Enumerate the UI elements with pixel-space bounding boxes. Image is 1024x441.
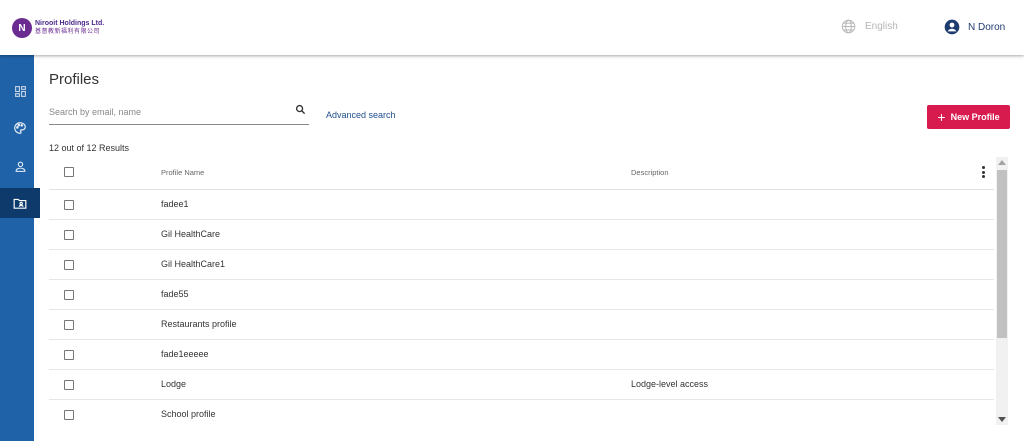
- row-checkbox[interactable]: [64, 290, 74, 300]
- table-header: Profile Name Description: [49, 157, 994, 190]
- account-circle-icon: [944, 19, 960, 35]
- profile-name-cell: School profile: [161, 409, 216, 419]
- profile-name-cell: Gil HealthCare: [161, 229, 221, 239]
- table-row[interactable]: fade1eeeee: [49, 340, 994, 370]
- sidebar-item-dashboard[interactable]: [0, 76, 40, 106]
- select-all-checkbox[interactable]: [64, 167, 74, 177]
- column-header-profile-name[interactable]: Profile Name: [161, 168, 204, 177]
- row-checkbox[interactable]: [64, 200, 74, 210]
- globe-icon: [841, 19, 856, 34]
- sidebar: [0, 55, 40, 441]
- profile-name-cell: Restaurants profile: [161, 319, 237, 329]
- table-row[interactable]: Lodge Lodge-level access: [49, 370, 994, 400]
- row-checkbox[interactable]: [64, 350, 74, 360]
- scrollbar-thumb[interactable]: [997, 170, 1007, 338]
- page-title: Profiles: [49, 71, 100, 88]
- row-checkbox[interactable]: [64, 380, 74, 390]
- logo-text: Nirooit Holdings Ltd.: [35, 20, 105, 27]
- top-bar: N Nirooit Holdings Ltd. 基督教新福利有限公司 Engli…: [0, 0, 1024, 55]
- advanced-search-link[interactable]: Advanced search: [326, 110, 396, 120]
- language-label: English: [865, 21, 898, 32]
- new-profile-button[interactable]: + New Profile: [927, 105, 1010, 129]
- palette-icon: [14, 122, 26, 134]
- profile-name-cell: fadee1: [161, 199, 189, 209]
- scroll-up-icon[interactable]: [998, 160, 1006, 165]
- profile-name-cell: fade55: [161, 289, 189, 299]
- table-row[interactable]: fade55: [49, 280, 994, 310]
- dashboard-icon: [14, 85, 26, 97]
- sidebar-item-profiles[interactable]: [0, 188, 40, 218]
- profile-name-cell: fade1eeeee: [161, 349, 209, 359]
- row-checkbox[interactable]: [64, 410, 74, 420]
- language-selector[interactable]: English: [841, 19, 898, 34]
- profile-name-cell: Gil HealthCare1: [161, 259, 226, 269]
- row-checkbox[interactable]: [64, 320, 74, 330]
- scroll-down-icon[interactable]: [998, 417, 1006, 422]
- user-menu[interactable]: N Doron: [944, 19, 1005, 35]
- sidebar-item-themes[interactable]: [0, 113, 40, 143]
- user-name: N Doron: [968, 21, 1006, 33]
- logo-mark-icon: N: [12, 18, 32, 38]
- company-logo[interactable]: N Nirooit Holdings Ltd. 基督教新福利有限公司: [12, 17, 104, 39]
- search-box: [49, 102, 309, 125]
- profile-name-cell: Lodge: [161, 379, 187, 389]
- table-row[interactable]: School profile: [49, 400, 994, 430]
- new-profile-label: New Profile: [950, 112, 1000, 122]
- logo-subtext: 基督教新福利有限公司: [35, 29, 101, 35]
- search-input[interactable]: [49, 107, 279, 117]
- more-options-icon[interactable]: [981, 166, 985, 180]
- description-cell: Lodge-level access: [631, 379, 709, 389]
- profiles-table: Profile Name Description fadee1 Gil Heal…: [49, 157, 994, 430]
- sidebar-item-users[interactable]: [0, 151, 40, 181]
- plus-icon: +: [937, 109, 946, 125]
- results-count: 12 out of 12 Results: [49, 143, 130, 153]
- table-row[interactable]: Gil HealthCare: [49, 220, 994, 250]
- profile-card-icon: [13, 198, 27, 209]
- row-checkbox[interactable]: [64, 230, 74, 240]
- search-icon[interactable]: [295, 104, 306, 115]
- person-icon: [15, 161, 25, 172]
- table-row[interactable]: Restaurants profile: [49, 310, 994, 340]
- table-scrollbar[interactable]: [996, 157, 1008, 425]
- table-row[interactable]: Gil HealthCare1: [49, 250, 994, 280]
- table-row[interactable]: fadee1: [49, 190, 994, 220]
- column-header-description[interactable]: Description: [631, 168, 669, 177]
- row-checkbox[interactable]: [64, 260, 74, 270]
